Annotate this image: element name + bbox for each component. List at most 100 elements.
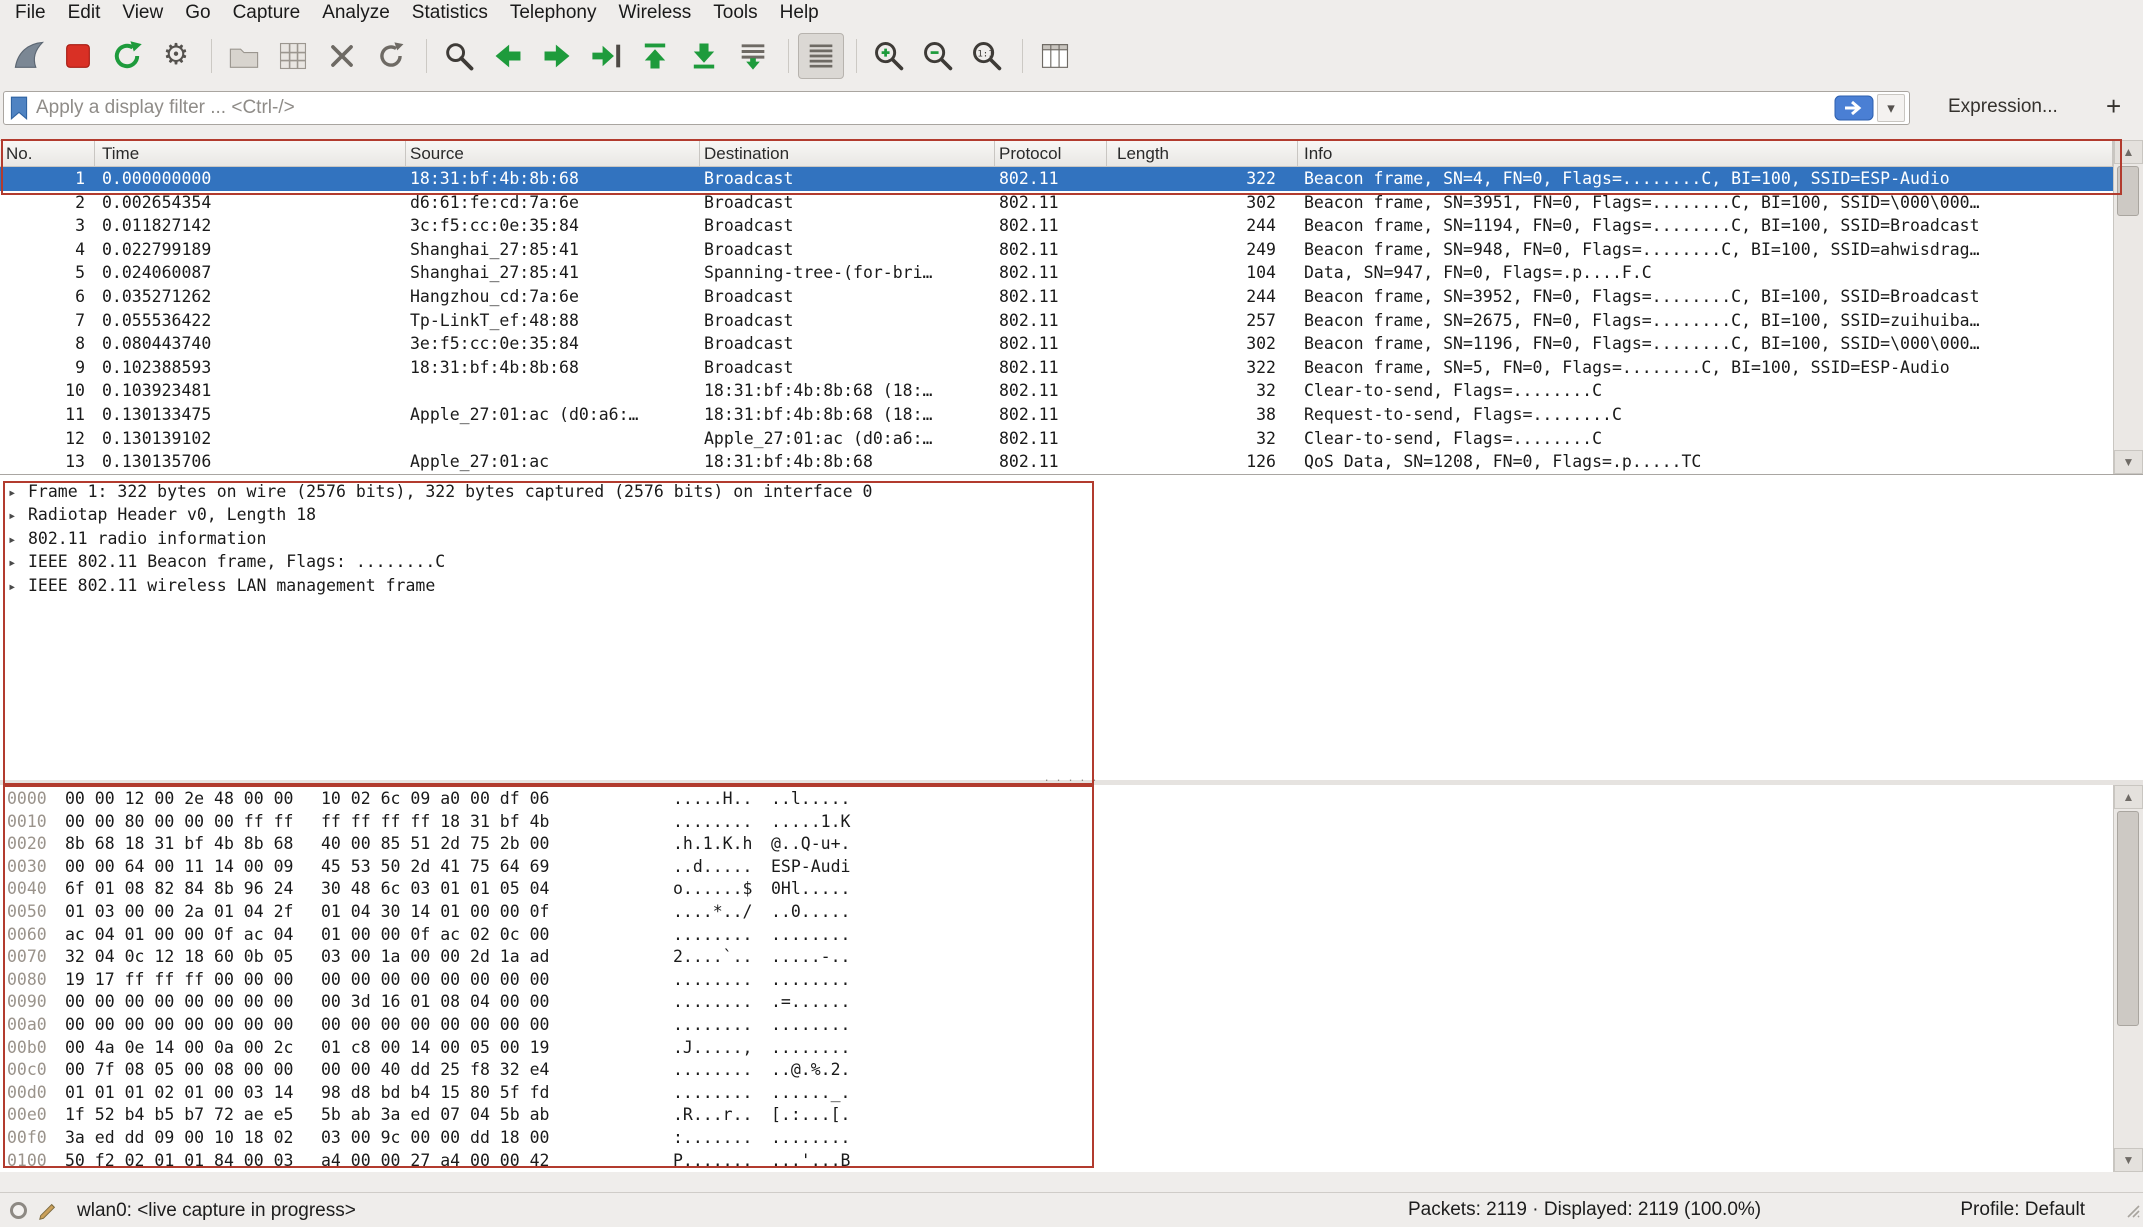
hex-row[interactable]: 010050 f2 02 01 01 84 00 03a4 00 00 27 a… [0, 1150, 2143, 1173]
column-header-destination[interactable]: Destination [700, 141, 995, 166]
detail-line[interactable]: ▸IEEE 802.11 wireless LAN management fra… [0, 574, 2143, 597]
resize-columns-icon[interactable] [1032, 33, 1078, 79]
packet-row[interactable]: 130.130135706Apple_27:01:ac18:31:bf:4b:8… [0, 450, 2113, 474]
expander-icon[interactable]: ▸ [8, 576, 28, 599]
packet-row[interactable]: 50.024060087Shanghai_27:85:41Spanning-tr… [0, 261, 2113, 285]
hex-row[interactable]: 00e01f 52 b4 b5 b7 72 ae e55b ab 3a ed 0… [0, 1104, 2143, 1127]
hex-row[interactable]: 000000 00 12 00 2e 48 00 0010 02 6c 09 a… [0, 788, 2143, 811]
packet-row[interactable]: 90.10238859318:31:bf:4b:8b:68Broadcast80… [0, 356, 2113, 380]
packet-row[interactable]: 40.022799189Shanghai_27:85:41Broadcast80… [0, 238, 2113, 262]
column-header-info[interactable]: Info [1298, 141, 2113, 166]
hex-row[interactable]: 008019 17 ff ff ff 00 00 0000 00 00 00 0… [0, 969, 2143, 992]
scroll-up-icon[interactable]: ▲ [2114, 140, 2143, 164]
hex-row[interactable]: 00a000 00 00 00 00 00 00 0000 00 00 00 0… [0, 1014, 2143, 1037]
resize-grip[interactable] [2124, 1202, 2140, 1224]
hex-row[interactable]: 00406f 01 08 82 84 8b 96 2430 48 6c 03 0… [0, 878, 2143, 901]
filter-dropdown-caret-icon[interactable]: ▾ [1877, 94, 1905, 122]
expander-icon[interactable]: ▸ [8, 482, 28, 505]
profile-status[interactable]: Profile: Default [1960, 1199, 2085, 1221]
column-header-protocol[interactable]: Protocol [995, 141, 1107, 166]
hex-row[interactable]: 00d001 01 01 02 01 00 03 1498 d8 bd b4 1… [0, 1082, 2143, 1105]
cell-dst: Broadcast [700, 356, 995, 380]
menu-item-go[interactable]: Go [174, 0, 221, 26]
wireshark-fin-icon[interactable] [6, 33, 52, 79]
zoom-in-icon[interactable] [866, 33, 912, 79]
expression-button[interactable]: Expression... [1948, 96, 2058, 118]
detail-line[interactable]: ▸Radiotap Header v0, Length 18 [0, 503, 2143, 526]
scroll-thumb[interactable] [2117, 811, 2139, 1026]
go-to-first-packet-icon[interactable] [632, 33, 678, 79]
scroll-up-icon[interactable]: ▲ [2114, 785, 2143, 809]
go-to-last-packet-icon[interactable] [681, 33, 727, 79]
hex-scrollbar[interactable]: ▲ ▼ [2113, 785, 2143, 1172]
scroll-down-icon[interactable]: ▼ [2114, 1148, 2143, 1172]
expander-icon[interactable]: ▸ [8, 529, 28, 552]
hex-row[interactable]: 001000 00 80 00 00 00 ff ffff ff ff ff 1… [0, 811, 2143, 834]
hex-ascii: .J....., [673, 1037, 761, 1060]
detail-line[interactable]: ▸IEEE 802.11 Beacon frame, Flags: ......… [0, 550, 2143, 573]
cell-len: 257 [1107, 309, 1298, 333]
find-packet-icon[interactable] [436, 33, 482, 79]
menu-item-analyze[interactable]: Analyze [311, 0, 401, 26]
packet-row[interactable]: 110.130133475Apple_27:01:ac (d0:a6:…18:3… [0, 403, 2113, 427]
hex-row[interactable]: 00b000 4a 0e 14 00 0a 00 2c01 c8 00 14 0… [0, 1037, 2143, 1060]
open-capture-file-icon[interactable] [221, 33, 267, 79]
display-filter-input[interactable] [30, 97, 1834, 119]
menu-item-capture[interactable]: Capture [222, 0, 312, 26]
hex-row[interactable]: 00f03a ed dd 09 00 10 18 0203 00 9c 00 0… [0, 1127, 2143, 1150]
expert-info-icon[interactable] [10, 1202, 27, 1219]
packet-row[interactable]: 100.10392348118:31:bf:4b:8b:68 (18:…802.… [0, 379, 2113, 403]
go-forward-icon[interactable] [534, 33, 580, 79]
close-capture-file-icon[interactable] [319, 33, 365, 79]
packet-row[interactable]: 10.00000000018:31:bf:4b:8b:68Broadcast80… [0, 167, 2113, 191]
column-header-source[interactable]: Source [406, 141, 700, 166]
detail-line[interactable]: ▸Frame 1: 322 bytes on wire (2576 bits),… [0, 480, 2143, 503]
menu-item-edit[interactable]: Edit [57, 0, 112, 26]
menu-item-file[interactable]: File [4, 0, 57, 26]
scroll-down-icon[interactable]: ▼ [2114, 450, 2143, 474]
packet-row[interactable]: 20.002654354d6:61:fe:cd:7a:6eBroadcast80… [0, 191, 2113, 215]
colorize-packets-icon[interactable] [798, 33, 844, 79]
detail-line[interactable]: ▸802.11 radio information [0, 527, 2143, 550]
menu-item-telephony[interactable]: Telephony [499, 0, 608, 26]
menu-item-wireless[interactable]: Wireless [607, 0, 702, 26]
menu-item-tools[interactable]: Tools [702, 0, 768, 26]
packet-row[interactable]: 30.0118271423c:f5:cc:0e:35:84Broadcast80… [0, 214, 2113, 238]
column-header-length[interactable]: Length [1107, 141, 1298, 166]
apply-filter-icon[interactable] [1834, 95, 1874, 121]
hex-row[interactable]: 00c000 7f 08 05 00 08 00 0000 00 40 dd 2… [0, 1059, 2143, 1082]
column-header-no[interactable]: No. [0, 141, 95, 166]
zoom-out-icon[interactable] [915, 33, 961, 79]
packet-row[interactable]: 70.055536422Tp-LinkT_ef:48:88Broadcast80… [0, 309, 2113, 333]
save-capture-file-icon[interactable] [270, 33, 316, 79]
expander-icon[interactable]: ▸ [8, 505, 28, 528]
packet-row[interactable]: 60.035271262Hangzhou_cd:7a:6eBroadcast80… [0, 285, 2113, 309]
zoom-reset-icon[interactable]: 1:1 [964, 33, 1010, 79]
column-header-time[interactable]: Time [95, 141, 406, 166]
packet-row[interactable]: 80.0804437403e:f5:cc:0e:35:84Broadcast80… [0, 332, 2113, 356]
hex-row[interactable]: 007032 04 0c 12 18 60 0b 0503 00 1a 00 0… [0, 946, 2143, 969]
hex-row[interactable]: 00208b 68 18 31 bf 4b 8b 6840 00 85 51 2… [0, 833, 2143, 856]
go-to-packet-icon[interactable] [583, 33, 629, 79]
hex-row[interactable]: 005001 03 00 00 2a 01 04 2f01 04 30 14 0… [0, 901, 2143, 924]
menu-item-view[interactable]: View [111, 0, 174, 26]
hex-row[interactable]: 003000 00 64 00 11 14 00 0945 53 50 2d 4… [0, 856, 2143, 879]
add-filter-button[interactable]: + [2106, 91, 2121, 122]
menu-item-statistics[interactable]: Statistics [401, 0, 499, 26]
bookmark-icon[interactable] [8, 95, 30, 121]
auto-scroll-icon[interactable] [730, 33, 776, 79]
capture-options-icon[interactable]: ⚙ [153, 33, 199, 79]
reload-capture-file-icon[interactable] [368, 33, 414, 79]
hex-row[interactable]: 0060ac 04 01 00 00 0f ac 0401 00 00 0f a… [0, 924, 2143, 947]
stop-capture-icon[interactable] [55, 33, 101, 79]
hex-row[interactable]: 009000 00 00 00 00 00 00 0000 3d 16 01 0… [0, 991, 2143, 1014]
packet-list-scrollbar[interactable]: ▲ ▼ [2113, 140, 2143, 474]
go-back-icon[interactable] [485, 33, 531, 79]
menu-item-help[interactable]: Help [769, 0, 830, 26]
packet-row[interactable]: 120.130139102Apple_27:01:ac (d0:a6:…802.… [0, 427, 2113, 451]
capture-comment-icon[interactable] [37, 1200, 59, 1222]
display-filter-field[interactable]: ▾ [3, 91, 1910, 125]
restart-capture-icon[interactable] [104, 33, 150, 79]
scroll-thumb[interactable] [2117, 166, 2139, 216]
expander-icon[interactable]: ▸ [8, 552, 28, 575]
